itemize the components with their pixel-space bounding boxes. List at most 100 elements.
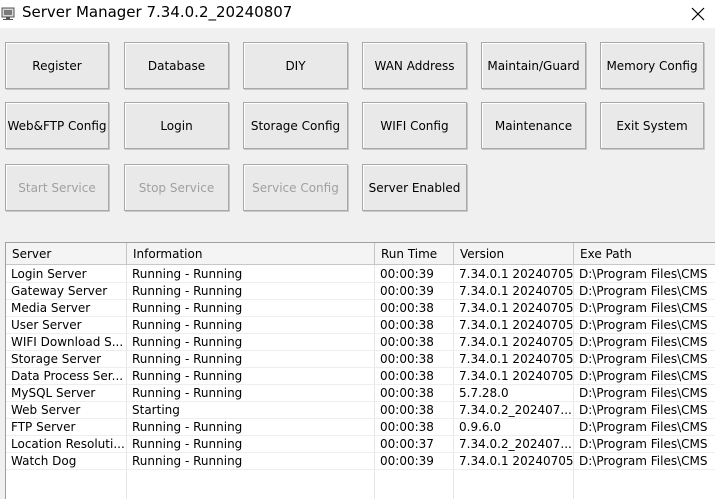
exe-path-cell: D:\Program Files\CMS bbox=[579, 335, 708, 349]
login-button[interactable]: Login bbox=[124, 102, 229, 149]
information-cell: Running - Running bbox=[132, 352, 243, 366]
web-ftp-config-button[interactable]: Web&FTP Config bbox=[5, 102, 109, 149]
close-button[interactable] bbox=[680, 0, 715, 28]
version-cell: 7.34.0.1 20240705 bbox=[459, 284, 574, 298]
information-cell: Running - Running bbox=[132, 335, 243, 349]
information-cell: Running - Running bbox=[132, 301, 243, 315]
column-header-information[interactable]: Information bbox=[127, 243, 375, 265]
version-cell: 7.34.0.1 20240705 bbox=[459, 301, 574, 315]
table-row[interactable]: Storage Server Running - Running 00:00:38 7… bbox=[6, 351, 715, 368]
run-time-cell: 00:00:39 bbox=[380, 454, 434, 468]
exe-path-cell: D:\Program Files\CMS bbox=[579, 318, 708, 332]
information-cell: Running - Running bbox=[132, 284, 243, 298]
run-time-cell: 00:00:38 bbox=[380, 369, 434, 383]
table-row[interactable]: Location Resoluti... Running - Running 00:… bbox=[6, 436, 715, 453]
stop-service-button[interactable]: Stop Service bbox=[124, 164, 229, 211]
version-cell: 7.34.0.2_202407... bbox=[459, 437, 572, 451]
table-row[interactable]: User Server Running - Running 00:00:38 7.34… bbox=[6, 317, 715, 334]
exe-path-cell: D:\Program Files\CMS bbox=[579, 386, 708, 400]
table-row[interactable]: Login Server Running - Running 00:00:39 7.3… bbox=[6, 266, 715, 283]
exe-path-cell: D:\Program Files\CMS bbox=[579, 420, 708, 434]
server-name-cell: FTP Server bbox=[11, 420, 76, 434]
server-name-cell: Location Resoluti... bbox=[11, 437, 125, 451]
exe-path-cell: D:\Program Files\CMS bbox=[579, 267, 708, 281]
register-button[interactable]: Register bbox=[5, 42, 109, 89]
server-name-cell: Login Server bbox=[11, 267, 87, 281]
table-row[interactable]: MySQL Server Running - Running 00:00:38 5.7… bbox=[6, 385, 715, 402]
run-time-cell: 00:00:38 bbox=[380, 386, 434, 400]
version-cell: 0.9.6.0 bbox=[459, 420, 501, 434]
start-service-button[interactable]: Start Service bbox=[5, 164, 109, 211]
column-header-exe-path[interactable]: Exe Path bbox=[574, 243, 715, 265]
information-cell: Running - Running bbox=[132, 318, 243, 332]
exe-path-cell: D:\Program Files\CMS bbox=[579, 437, 708, 451]
server-name-cell: MySQL Server bbox=[11, 386, 96, 400]
column-header-server[interactable]: Server bbox=[6, 243, 127, 265]
information-cell: Running - Running bbox=[132, 369, 243, 383]
version-cell: 7.34.0.1 20240705 bbox=[459, 318, 574, 332]
table-row[interactable]: Watch Dog Running - Running 00:00:39 7.34.0… bbox=[6, 453, 715, 470]
version-cell: 7.34.0.2_202407... bbox=[459, 403, 572, 417]
run-time-cell: 00:00:38 bbox=[380, 335, 434, 349]
version-cell: 7.34.0.1 20240705 bbox=[459, 369, 574, 383]
run-time-cell: 00:00:39 bbox=[380, 267, 434, 281]
title-bar: Server Manager 7.34.0.2_20240807 bbox=[0, 0, 715, 28]
exe-path-cell: D:\Program Files\CMS bbox=[579, 352, 708, 366]
server-name-cell: Media Server bbox=[11, 301, 91, 315]
close-icon bbox=[691, 7, 704, 21]
server-list-rows: Login Server Running - Running 00:00:39 7.3… bbox=[6, 266, 715, 470]
information-cell: Running - Running bbox=[132, 267, 243, 281]
version-cell: 7.34.0.1 20240705 bbox=[459, 267, 574, 281]
server-name-cell: Data Process Ser... bbox=[11, 369, 124, 383]
server-app-icon[interactable] bbox=[0, 5, 16, 21]
table-row[interactable]: FTP Server Running - Running 00:00:38 0.9.6… bbox=[6, 419, 715, 436]
server-name-cell: User Server bbox=[11, 318, 82, 332]
column-header-run-time[interactable]: Run Time bbox=[375, 243, 454, 265]
version-cell: 7.34.0.1 20240705 bbox=[459, 352, 574, 366]
diy-button[interactable]: DIY bbox=[243, 42, 348, 89]
table-row[interactable]: Gateway Server Running - Running 00:00:39 7… bbox=[6, 283, 715, 300]
table-row[interactable]: Web Server Starting 00:00:38 7.34.0.2_20240… bbox=[6, 402, 715, 419]
window-title: Server Manager 7.34.0.2_20240807 bbox=[22, 3, 293, 21]
exe-path-cell: D:\Program Files\CMS bbox=[579, 403, 708, 417]
run-time-cell: 00:00:38 bbox=[380, 403, 434, 417]
run-time-cell: 00:00:38 bbox=[380, 420, 434, 434]
server-list[interactable]: Server Information Run Time Version Exe … bbox=[5, 242, 715, 499]
wan-address-button[interactable]: WAN Address bbox=[362, 42, 467, 89]
exe-path-cell: D:\Program Files\CMS bbox=[579, 284, 708, 298]
server-list-header: Server Information Run Time Version Exe … bbox=[6, 243, 715, 265]
wifi-config-button[interactable]: WIFI Config bbox=[362, 102, 467, 149]
exe-path-cell: D:\Program Files\CMS bbox=[579, 301, 708, 315]
exit-system-button[interactable]: Exit System bbox=[600, 102, 704, 149]
database-button[interactable]: Database bbox=[124, 42, 229, 89]
information-cell: Running - Running bbox=[132, 454, 243, 468]
table-row[interactable]: Data Process Ser... Running - Running 00:0… bbox=[6, 368, 715, 385]
maintenance-button[interactable]: Maintenance bbox=[481, 102, 586, 149]
server-name-cell: Web Server bbox=[11, 403, 81, 417]
table-row[interactable]: Media Server Running - Running 00:00:38 7.3… bbox=[6, 300, 715, 317]
server-name-cell: Gateway Server bbox=[11, 284, 108, 298]
memory-config-button[interactable]: Memory Config bbox=[600, 42, 704, 89]
information-cell: Running - Running bbox=[132, 437, 243, 451]
run-time-cell: 00:00:38 bbox=[380, 352, 434, 366]
server-name-cell: Watch Dog bbox=[11, 454, 77, 468]
storage-config-button[interactable]: Storage Config bbox=[243, 102, 348, 149]
run-time-cell: 00:00:39 bbox=[380, 284, 434, 298]
version-cell: 7.34.0.1 20240705 bbox=[459, 335, 574, 349]
version-cell: 7.34.0.1 20240705 bbox=[459, 454, 574, 468]
exe-path-cell: D:\Program Files\CMS bbox=[579, 369, 708, 383]
column-header-version[interactable]: Version bbox=[454, 243, 574, 265]
server-name-cell: WIFI Download S... bbox=[11, 335, 124, 349]
exe-path-cell: D:\Program Files\CMS bbox=[579, 454, 708, 468]
service-config-button[interactable]: Service Config bbox=[243, 164, 348, 211]
information-cell: Starting bbox=[132, 403, 180, 417]
run-time-cell: 00:00:38 bbox=[380, 301, 434, 315]
table-row[interactable]: WIFI Download S... Running - Running 00:00… bbox=[6, 334, 715, 351]
server-name-cell: Storage Server bbox=[11, 352, 102, 366]
server-enabled-button[interactable]: Server Enabled bbox=[362, 164, 467, 211]
information-cell: Running - Running bbox=[132, 386, 243, 400]
run-time-cell: 00:00:38 bbox=[380, 318, 434, 332]
maintain-guard-button[interactable]: Maintain/Guard bbox=[481, 42, 586, 89]
information-cell: Running - Running bbox=[132, 420, 243, 434]
run-time-cell: 00:00:37 bbox=[380, 437, 434, 451]
